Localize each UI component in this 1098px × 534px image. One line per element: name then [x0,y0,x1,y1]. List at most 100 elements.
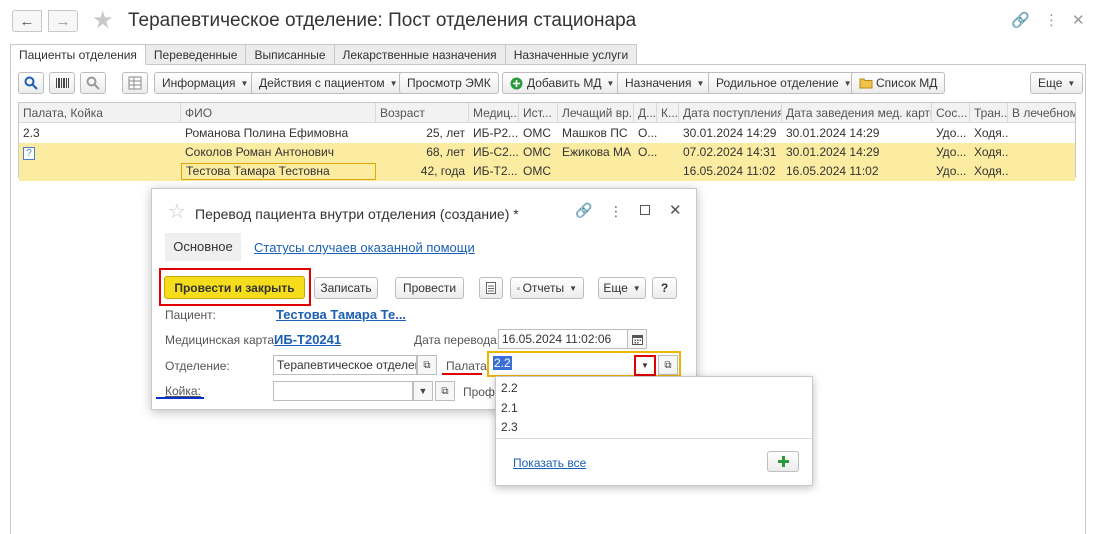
cell-source: ОМС [523,126,551,140]
favorite-star-icon[interactable]: ★ [92,6,114,35]
table-row[interactable]: Тестова Тамара Тестовна 42, года ИБ-Т2..… [19,162,1075,181]
show-all-link[interactable]: Показать все [513,456,586,470]
tab-patients[interactable]: Пациенты отделения [10,44,146,65]
save-button[interactable]: Записать [314,277,378,299]
tab-transferred[interactable]: Переведенные [145,44,247,65]
calendar-button[interactable] [627,329,647,349]
folder-icon [859,78,873,89]
bed-field[interactable] [273,381,413,401]
view-emk-button[interactable]: Просмотр ЭМК [399,72,499,94]
table-row[interactable]: ? Соколов Роман Антонович 68, лет ИБ-С2.… [19,143,1075,162]
list-item[interactable]: 2.3 [501,420,518,434]
column-header[interactable]: Ист... [519,103,558,123]
close-icon[interactable]: ✕ [1072,11,1085,29]
appointments-button[interactable]: Назначения ▼ [617,72,713,94]
md-list-button[interactable]: Список МД [851,72,946,94]
patient-search-button[interactable] [80,72,106,94]
cell-name: Соколов Роман Антонович [185,145,334,159]
reports-label: Отчеты [522,281,565,295]
chevron-down-icon: ▼ [418,386,428,396]
cell-d: О... [638,126,657,140]
list-item[interactable]: 2.2 [501,381,518,395]
barcode-button[interactable] [49,72,75,94]
appointments-label: Назначения [625,76,692,90]
chevron-down-icon: ▼ [569,283,577,293]
divider [496,438,812,439]
add-md-button[interactable]: Добавить МД ▼ [502,72,623,94]
column-header[interactable]: Дата заведения мед. карты [782,103,932,123]
open-bed-button[interactable]: ⧉ [435,381,455,401]
tab-services[interactable]: Назначенные услуги [505,44,638,65]
more-button[interactable]: Еще ▼ [1030,72,1084,94]
reports-button[interactable]: Отчеты ▼ [510,277,584,299]
chart-icon [517,286,520,290]
info-menu-button[interactable]: Информация ▼ [154,72,257,94]
open-room-button[interactable]: ⧉ [658,355,678,375]
bed-dropdown-button[interactable]: ▼ [413,381,433,401]
table-header: Палата, Койка ФИО Возраст Медиц... Ист..… [19,103,1075,123]
chevron-down-icon: ▼ [1067,78,1076,88]
cell-name-selected: Тестова Тамара Тестовна [181,163,376,180]
patient-actions-button[interactable]: Действия с пациентом ▼ [251,72,406,94]
column-header[interactable]: Палата, Койка [19,103,181,123]
tab-discharged[interactable]: Выписанные [246,44,335,65]
cell-age: 25, лет [426,126,465,140]
column-header[interactable]: Сос... [932,103,970,123]
tab-statuses-link[interactable]: Статусы случаев оказанной помощи [254,240,475,255]
column-header[interactable]: Возраст [376,103,469,123]
room-field[interactable]: 2.2 [490,354,650,374]
link-icon[interactable]: 🔗 [575,202,592,219]
search-button[interactable] [18,72,44,94]
tab-main[interactable]: Основное [165,233,241,261]
post-button[interactable]: Провести [395,277,464,299]
list-button[interactable] [479,277,503,299]
column-header[interactable]: Медиц... [469,103,519,123]
link-icon[interactable]: 🔗 [1011,11,1030,29]
card-link[interactable]: ИБ-Т20241 [274,332,341,347]
card-label: Медицинская карта: [165,333,278,347]
post-and-close-button[interactable]: Провести и закрыть [164,276,305,299]
department-field[interactable]: Терапевтическое отделени [273,355,417,375]
open-form-icon: ⧉ [664,359,672,371]
patients-table[interactable]: Палата, Койка ФИО Возраст Медиц... Ист..… [18,102,1076,181]
maternity-dept-button[interactable]: Родильное отделение ▼ [708,72,860,94]
transfer-date-field[interactable]: 16.05.2024 11:02:06 [498,329,628,349]
bed-label: Койка: [165,384,201,398]
room-dropdown-button[interactable]: ▼ [634,355,656,376]
dialog-more-button[interactable]: Еще ▼ [598,277,646,299]
column-header[interactable]: Лечащий вр... [558,103,634,123]
report-button[interactable] [122,72,148,94]
column-header[interactable]: В лечебном [1008,103,1075,123]
column-header[interactable]: Д... [634,103,657,123]
column-header[interactable]: ФИО [181,103,376,123]
column-header[interactable]: Тран... [970,103,1008,123]
favorite-star-icon[interactable]: ☆ [168,199,186,224]
more-vertical-icon[interactable]: ⋮ [1044,11,1059,29]
cell-transport: Ходя... [974,145,1008,159]
table-row[interactable]: 2.3 Романова Полина Ефимовна 25, лет ИБ-… [19,124,1075,143]
plus-icon [777,456,789,467]
patient-link[interactable]: Тестова Тамара Те... [276,307,406,322]
window-title: Терапевтическое отделение: Пост отделени… [128,10,637,31]
column-header[interactable]: Дата поступления [679,103,782,123]
more-vertical-icon[interactable]: ⋮ [609,203,623,220]
help-button[interactable]: ? [652,277,677,299]
cell-doctor: Машков ПС [562,126,628,140]
cell-room: ? [19,143,181,162]
tab-drug-orders[interactable]: Лекарственные назначения [334,44,506,65]
cell-k [657,143,679,162]
add-room-button[interactable] [767,451,799,472]
cell-room [19,162,181,181]
column-header[interactable]: К... [657,103,679,123]
cell-d [634,162,657,181]
open-department-button[interactable]: ⧉ [417,355,437,375]
maximize-icon[interactable] [640,205,650,215]
cell-age: 68, лет [426,145,465,159]
calendar-icon [631,334,643,345]
cell-admit-date: 30.01.2024 14:29 [683,126,777,140]
cell-d: О... [638,145,657,159]
list-item[interactable]: 2.1 [501,401,518,415]
back-button[interactable]: ← [12,10,42,32]
close-icon[interactable]: ✕ [669,201,682,219]
forward-button[interactable]: → [48,10,78,32]
